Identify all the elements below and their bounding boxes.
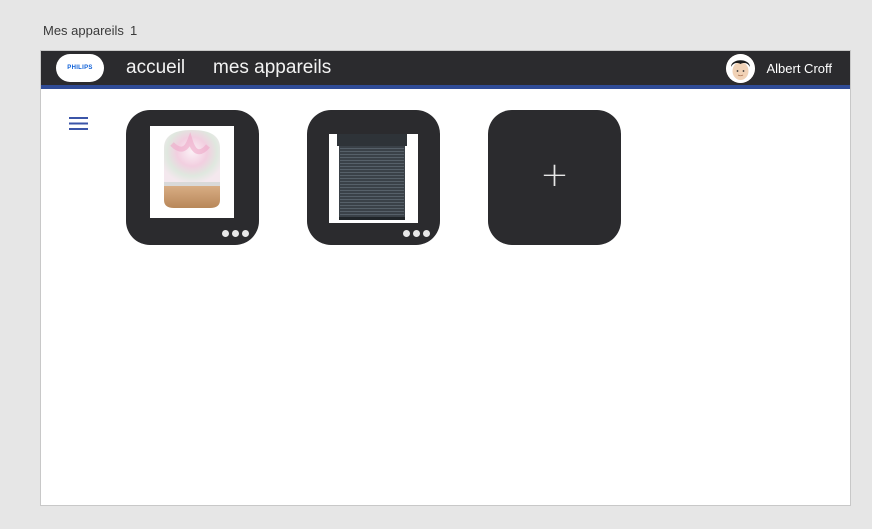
device-tile-lamp[interactable] xyxy=(126,110,259,245)
lamp-icon xyxy=(150,126,234,218)
avatar[interactable] xyxy=(726,54,756,83)
logo-text: PHILIPS xyxy=(67,65,93,71)
philips-logo[interactable]: PHILIPS xyxy=(56,54,104,82)
add-device-button[interactable]: + xyxy=(488,110,621,245)
user-name: Albert Croff xyxy=(766,61,832,76)
hamburger-menu-icon[interactable] xyxy=(69,117,89,131)
page-title: Mes appareils 1 xyxy=(43,23,137,38)
user-avatar-icon xyxy=(726,54,756,83)
nav-link-home[interactable]: accueil xyxy=(126,57,185,79)
page-count: 1 xyxy=(129,23,138,38)
shutter-icon xyxy=(329,134,418,223)
page-title-text: Mes appareils xyxy=(43,23,124,38)
add-icon: + xyxy=(540,155,569,195)
device-tile-shutter[interactable] xyxy=(307,110,440,245)
user-menu[interactable]: Albert Croff xyxy=(726,54,832,83)
nav-link-my-devices[interactable]: mes appareils xyxy=(213,57,331,79)
app-frame: PHILIPS accueil mes appareils Albert Cro… xyxy=(40,50,851,506)
top-navigation-bar: PHILIPS accueil mes appareils Albert Cro… xyxy=(41,51,850,89)
device-options-icon[interactable] xyxy=(222,230,249,237)
device-options-icon[interactable] xyxy=(403,230,430,237)
